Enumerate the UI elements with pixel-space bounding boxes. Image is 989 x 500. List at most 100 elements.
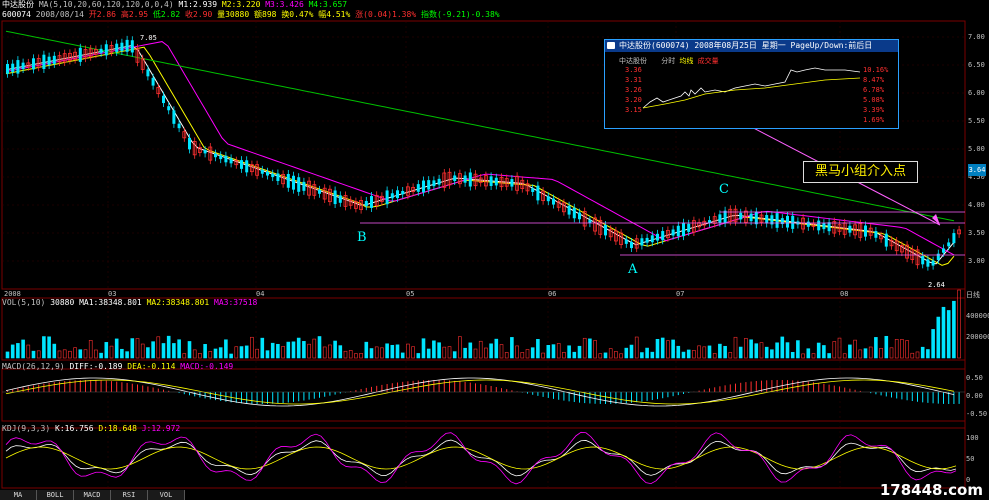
macd-axis-neg: -0.50 xyxy=(966,410,988,418)
candle-body xyxy=(656,233,659,241)
tab-ma[interactable]: MA xyxy=(0,490,37,500)
volume-bar xyxy=(463,347,467,359)
macd-header: MACD(26,12,9) DIFF:-0.189 DEA:-0.114 MAC… xyxy=(2,362,233,372)
volume-bar xyxy=(213,348,218,359)
volume-bar xyxy=(296,337,301,359)
candle-body xyxy=(370,196,373,208)
time-axis-label: 04 xyxy=(256,290,265,298)
volume-bar xyxy=(868,346,873,359)
volume-bar xyxy=(624,347,629,359)
volume-bar xyxy=(660,337,665,359)
candle-body xyxy=(822,223,826,230)
volume-bar xyxy=(822,345,826,359)
volume-bar xyxy=(338,345,343,359)
candle-body xyxy=(463,175,467,183)
volume-bar xyxy=(239,346,244,359)
volume-bar xyxy=(276,343,280,359)
volume-bar xyxy=(364,341,369,359)
volume-bar xyxy=(73,347,77,359)
volume-bar xyxy=(322,346,327,359)
volume-bar xyxy=(603,352,608,359)
volume-bar xyxy=(52,343,57,359)
candle-body xyxy=(99,48,103,53)
volume-bar xyxy=(499,344,504,359)
price-axis-label: 5.00 xyxy=(968,145,985,153)
candle-body xyxy=(125,39,129,52)
volume-bar xyxy=(671,339,675,359)
price-axis-label: 7.00 xyxy=(968,33,985,41)
tab-rsi[interactable]: RSI xyxy=(111,490,148,500)
volume-bar xyxy=(780,336,785,359)
candle-body xyxy=(240,160,243,169)
volume-bar xyxy=(234,346,239,359)
candle-body xyxy=(302,181,306,191)
volume-bar xyxy=(832,341,837,359)
candle-body xyxy=(926,259,930,267)
candle-body xyxy=(245,160,249,173)
volume-bar xyxy=(770,349,774,359)
volume-bar xyxy=(432,340,436,359)
volume-bar xyxy=(551,344,556,359)
candle-body xyxy=(630,241,633,249)
volume-bar xyxy=(411,346,415,359)
volume-bar xyxy=(172,343,176,359)
volume-bar xyxy=(442,346,447,359)
kdj-axis-50: 50 xyxy=(966,455,975,463)
volume-bar xyxy=(182,353,187,359)
volume-bar xyxy=(26,344,31,359)
volume-bar xyxy=(520,352,525,359)
volume-bar xyxy=(473,348,478,359)
volume-bar xyxy=(114,338,119,359)
volume-bar xyxy=(270,342,275,359)
volume-bar xyxy=(572,351,577,359)
volume-bar xyxy=(598,353,603,359)
volume-bar xyxy=(489,343,493,359)
candle-body xyxy=(177,123,181,129)
candle-body xyxy=(723,210,727,224)
volume-bar xyxy=(546,345,551,359)
vol-ma2: MA2:38348.801 xyxy=(146,298,210,307)
tab-boll[interactable]: BOLL xyxy=(37,490,74,500)
volume-bar xyxy=(494,338,499,359)
volume-bar xyxy=(582,337,587,359)
candle-body xyxy=(427,180,431,190)
candle-body xyxy=(572,207,576,219)
volume-bar xyxy=(640,352,644,359)
candle-body xyxy=(432,180,436,187)
volume-bar xyxy=(437,342,441,359)
candle-body xyxy=(338,195,342,203)
volume-bar xyxy=(83,349,88,359)
time-axis-label: 07 xyxy=(676,290,685,298)
volume-bar xyxy=(593,340,597,359)
volume-bar xyxy=(728,352,733,359)
macd-axis-pos: 0.50 xyxy=(966,374,983,382)
time-axis-label: 日线 xyxy=(966,291,980,299)
volume-bar xyxy=(718,343,722,359)
time-axis-label: 2008 xyxy=(4,290,21,298)
tab-macd[interactable]: MACD xyxy=(74,490,111,500)
volume-bar xyxy=(354,353,358,359)
volume-bar xyxy=(244,345,249,359)
candle-body xyxy=(640,238,644,246)
price-axis-label: 5.50 xyxy=(968,117,985,125)
volume-bar xyxy=(889,347,894,359)
volume-bar xyxy=(104,342,109,359)
candle-body xyxy=(120,42,124,51)
volume-bar xyxy=(359,353,363,359)
candle-body xyxy=(952,233,956,244)
candle-body xyxy=(578,212,581,220)
volume-bar xyxy=(837,337,842,359)
intraday-popup[interactable]: 中达股份(600074) 2008年08月25日 星期一 PageUp/Down… xyxy=(604,39,899,129)
vol-axis-400k: 400000 xyxy=(966,312,989,320)
volume-bar xyxy=(16,343,20,359)
volume-bar xyxy=(541,352,545,359)
volume-bar xyxy=(125,351,129,359)
volume-bar xyxy=(192,349,197,359)
tab-vol[interactable]: VOL xyxy=(148,490,185,500)
volume-bar xyxy=(307,343,311,359)
volume-bar xyxy=(458,336,462,359)
candle-body xyxy=(942,248,945,253)
candle-body xyxy=(11,63,15,73)
volume-bar xyxy=(203,344,207,359)
volume-bar xyxy=(848,344,852,359)
